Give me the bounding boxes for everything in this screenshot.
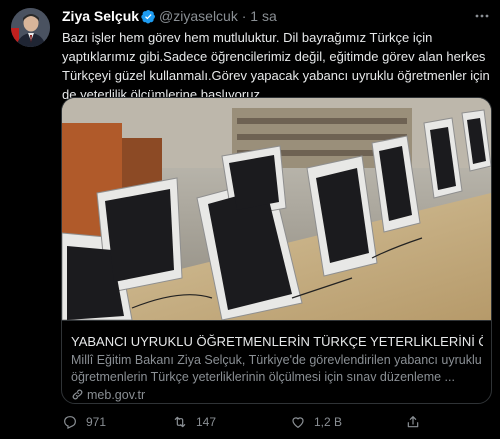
reply-icon bbox=[64, 416, 76, 429]
card-domain[interactable]: meb.gov.tr bbox=[71, 388, 145, 402]
author-avatar[interactable] bbox=[11, 8, 50, 47]
separator-dot: · bbox=[241, 8, 247, 24]
share-icon bbox=[407, 416, 419, 428]
link-icon bbox=[72, 389, 83, 400]
retweet-icon bbox=[174, 416, 186, 428]
card-domain-text: meb.gov.tr bbox=[87, 388, 146, 402]
like-button[interactable]: 1,2 B bbox=[290, 414, 342, 430]
card-title[interactable]: YABANCI UYRUKLU ÖĞRETMENLERİN TÜRKÇE YET… bbox=[71, 333, 483, 350]
more-dots-icon[interactable] bbox=[474, 8, 490, 27]
tweet-actions: 971 147 1,2 B bbox=[0, 414, 500, 434]
author-name[interactable]: Ziya Selçuk bbox=[62, 8, 139, 24]
retweet-count: 147 bbox=[196, 415, 217, 429]
share-button[interactable] bbox=[405, 414, 421, 430]
reply-button[interactable]: 971 bbox=[62, 414, 106, 430]
tweet-text: Bazı işler hem görev hem mutluluktur. Di… bbox=[62, 30, 490, 102]
reply-count: 971 bbox=[86, 415, 107, 429]
card-body[interactable]: YABANCI UYRUKLU ÖĞRETMENLERİN TÜRKÇE YET… bbox=[62, 320, 491, 403]
verified-badge-icon bbox=[141, 9, 156, 28]
tweet-header: Ziya Selçuk @ziyaselcuk · 1 sa bbox=[62, 7, 277, 28]
retweet-button[interactable]: 147 bbox=[172, 414, 216, 430]
card-description: Millî Eğitim Bakanı Ziya Selçuk, Türkiye… bbox=[71, 353, 482, 384]
like-count: 1,2 B bbox=[314, 415, 343, 429]
author-handle[interactable]: @ziyaselcuk bbox=[159, 8, 238, 24]
link-preview-card[interactable]: YABANCI UYRUKLU ÖĞRETMENLERİN TÜRKÇE YET… bbox=[61, 97, 492, 404]
tweet-timestamp[interactable]: 1 sa bbox=[250, 8, 276, 24]
heart-icon bbox=[292, 417, 304, 429]
card-image[interactable] bbox=[62, 98, 491, 321]
